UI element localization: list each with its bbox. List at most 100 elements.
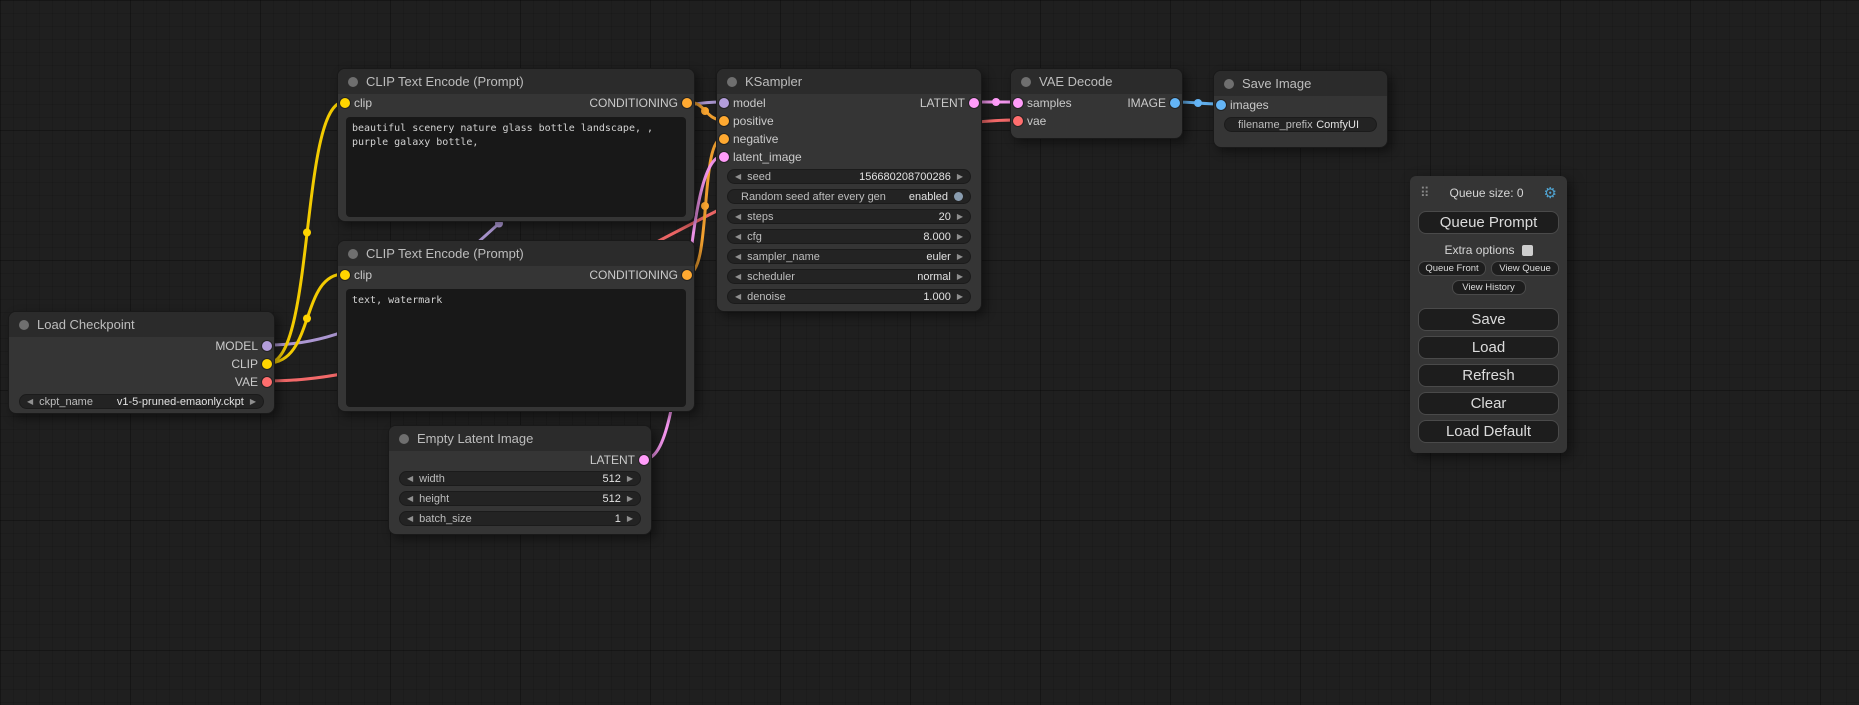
prev-value-icon[interactable]: ◀ [735,293,741,301]
save-button[interactable]: Save [1418,308,1559,331]
prev-value-icon[interactable]: ◀ [407,515,413,523]
slot-row: VAE [9,373,274,391]
widget-steps[interactable]: ◀ steps 20 ▶ [727,209,971,224]
widget-seed[interactable]: ◀ seed 156680208700286 ▶ [727,169,971,184]
input-slot-negative[interactable] [719,134,729,144]
next-value-icon[interactable]: ▶ [957,293,963,301]
node-clip-text-encode-negative[interactable]: CLIP Text Encode (Prompt) clip CONDITION… [337,240,695,412]
positive-prompt-textarea[interactable]: beautiful scenery nature glass bottle la… [346,117,686,217]
slot-row: CLIP [9,355,274,373]
node-load-checkpoint[interactable]: Load Checkpoint MODEL CLIP VAE ◀ ckpt_na… [8,311,275,414]
input-slot-images[interactable] [1216,100,1226,110]
node-title-bar[interactable]: VAE Decode [1011,69,1182,94]
node-title-bar[interactable]: Load Checkpoint [9,312,274,337]
output-slot-latent[interactable] [969,98,979,108]
view-history-button[interactable]: View History [1452,280,1526,295]
prev-value-icon[interactable]: ◀ [735,213,741,221]
input-slot-clip[interactable] [340,270,350,280]
widget-batch-size[interactable]: ◀ batch_size 1 ▶ [399,511,641,526]
widget-sampler-name[interactable]: ◀ sampler_name euler ▶ [727,249,971,264]
next-value-icon[interactable]: ▶ [957,173,963,181]
link-midpoint-dot [303,229,311,237]
input-slot-samples[interactable] [1013,98,1023,108]
next-value-icon[interactable]: ▶ [957,253,963,261]
settings-gear-icon[interactable]: ⚙ [1544,184,1557,202]
input-slot-vae[interactable] [1013,116,1023,126]
load-default-button[interactable]: Load Default [1418,420,1559,443]
view-queue-button[interactable]: View Queue [1491,261,1559,276]
menu-drag-handle-icon[interactable]: ⠿ [1420,185,1430,201]
node-title-bar[interactable]: Save Image [1214,71,1387,96]
output-slot-vae[interactable] [262,377,272,387]
prev-value-icon[interactable]: ◀ [735,273,741,281]
input-slot-model[interactable] [719,98,729,108]
node-title-bar[interactable]: CLIP Text Encode (Prompt) [338,69,694,94]
input-slot-positive[interactable] [719,116,729,126]
output-label-latent: LATENT [920,96,965,110]
widget-ckpt-name[interactable]: ◀ ckpt_name v1-5-pruned-emaonly.ckpt ▶ [19,394,264,409]
widget-scheduler[interactable]: ◀ scheduler normal ▶ [727,269,971,284]
widget-random-seed-toggle[interactable]: Random seed after every gen enabled [727,189,971,204]
input-label-positive: positive [733,114,774,128]
node-title: Save Image [1242,76,1311,91]
wire-clip-positive [268,102,344,363]
input-slot-clip[interactable] [340,98,350,108]
widget-filename-prefix[interactable]: filename_prefix ComfyUI [1224,117,1377,132]
comfy-menu-panel[interactable]: ⠿ Queue size: 0 ⚙ Queue Prompt Extra opt… [1410,176,1567,453]
prev-value-icon[interactable]: ◀ [27,398,33,406]
node-empty-latent-image[interactable]: Empty Latent Image LATENT ◀ width 512 ▶ … [388,425,652,535]
graph-canvas[interactable]: Load Checkpoint MODEL CLIP VAE ◀ ckpt_na… [0,0,1859,705]
negative-prompt-textarea[interactable]: text, watermark [346,289,686,407]
widget-width[interactable]: ◀ width 512 ▶ [399,471,641,486]
node-clip-text-encode-positive[interactable]: CLIP Text Encode (Prompt) clip CONDITION… [337,68,695,222]
prev-value-icon[interactable]: ◀ [407,495,413,503]
node-status-dot [399,434,409,444]
input-label-clip: clip [354,96,372,110]
next-value-icon[interactable]: ▶ [957,273,963,281]
toggle-knob[interactable] [954,192,963,201]
refresh-button[interactable]: Refresh [1418,364,1559,387]
queue-front-button[interactable]: Queue Front [1418,261,1486,276]
next-value-icon[interactable]: ▶ [957,213,963,221]
prev-value-icon[interactable]: ◀ [735,253,741,261]
node-title-bar[interactable]: CLIP Text Encode (Prompt) [338,241,694,266]
node-ksampler[interactable]: KSampler model LATENT positive negative … [716,68,982,312]
widget-cfg[interactable]: ◀ cfg 8.000 ▶ [727,229,971,244]
node-title-bar[interactable]: Empty Latent Image [389,426,651,451]
link-midpoint-dot [701,202,709,210]
toggle-value: enabled [909,191,948,203]
output-slot-conditioning[interactable] [682,98,692,108]
output-slot-conditioning[interactable] [682,270,692,280]
queue-prompt-button[interactable]: Queue Prompt [1418,211,1559,234]
output-label-vae: VAE [235,375,258,389]
prev-value-icon[interactable]: ◀ [735,233,741,241]
next-value-icon[interactable]: ▶ [627,515,633,523]
output-slot-clip[interactable] [262,359,272,369]
node-vae-decode[interactable]: VAE Decode samples IMAGE vae [1010,68,1183,139]
input-slot-latent-image[interactable] [719,152,729,162]
widget-height[interactable]: ◀ height 512 ▶ [399,491,641,506]
prev-value-icon[interactable]: ◀ [735,173,741,181]
node-status-dot [1021,77,1031,87]
toggle-label: Random seed after every gen [741,191,886,203]
output-slot-image[interactable] [1170,98,1180,108]
widget-denoise[interactable]: ◀ denoise 1.000 ▶ [727,289,971,304]
menu-header: ⠿ Queue size: 0 ⚙ [1418,182,1559,206]
next-value-icon[interactable]: ▶ [957,233,963,241]
node-save-image[interactable]: Save Image images filename_prefix ComfyU… [1213,70,1388,148]
slot-row: model LATENT [717,94,981,112]
prev-value-icon[interactable]: ◀ [407,475,413,483]
load-button[interactable]: Load [1418,336,1559,359]
next-value-icon[interactable]: ▶ [627,475,633,483]
widget-name: scheduler [747,271,795,283]
input-label-clip: clip [354,268,372,282]
output-slot-model[interactable] [262,341,272,351]
input-label-vae: vae [1027,114,1046,128]
next-value-icon[interactable]: ▶ [250,398,256,406]
node-title-bar[interactable]: KSampler [717,69,981,94]
output-label-image: IMAGE [1127,96,1166,110]
clear-button[interactable]: Clear [1418,392,1559,415]
extra-options-checkbox[interactable] [1522,245,1533,256]
next-value-icon[interactable]: ▶ [627,495,633,503]
output-slot-latent[interactable] [639,455,649,465]
